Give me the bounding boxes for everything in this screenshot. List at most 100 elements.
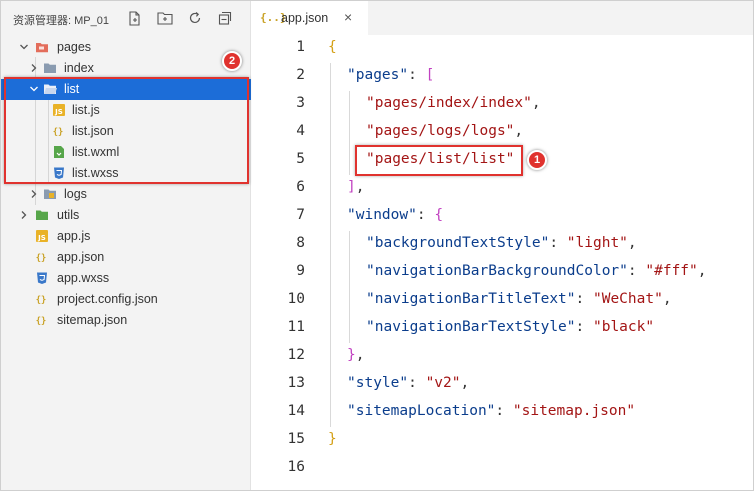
code-text: {	[328, 39, 337, 55]
code-token: :	[575, 319, 593, 335]
code-token: [	[425, 67, 435, 83]
explorer-title: 资源管理器: MP_01	[13, 15, 109, 27]
code-token: "sitemapLocation"	[347, 403, 496, 419]
code-token: :	[575, 291, 593, 307]
code-line: 14 "sitemapLocation": "sitemap.json"	[252, 399, 753, 427]
close-icon[interactable]: ×	[344, 9, 352, 25]
json-file-icon: {}	[36, 317, 47, 327]
code-token: }	[328, 431, 337, 447]
line-number: 1	[296, 39, 305, 55]
refresh-icon[interactable]	[187, 10, 203, 26]
code-token: ,	[627, 235, 637, 251]
code-token: ,	[697, 263, 707, 279]
tree-item-sitemap-json[interactable]: {} sitemap.json	[1, 310, 251, 331]
code-token: "sitemap.json"	[512, 403, 636, 419]
tree-item-list-json[interactable]: {} list.json	[1, 121, 251, 142]
code-line: 3 "pages/index/index",	[252, 91, 753, 119]
line-number: 3	[296, 95, 305, 111]
folder-icon	[44, 63, 56, 73]
code-line: 10 "navigationBarTitleText": "WeChat",	[252, 287, 753, 315]
code-text: "navigationBarTitleText": "WeChat",	[366, 291, 672, 307]
code-token: "v2"	[425, 375, 461, 391]
code-line: 12},	[252, 343, 753, 371]
code-text: "pages": [	[347, 67, 434, 83]
code-token: ]	[347, 179, 356, 195]
code-token: "#fff"	[645, 263, 698, 279]
tree-item-list-js[interactable]: JS list.js	[1, 100, 251, 121]
tree-item-utils[interactable]: utils	[1, 205, 251, 226]
code-area[interactable]: 1 { 2 "pages": [ 3 "pages/index/index", 4 "p…	[252, 35, 753, 490]
tab-app-json[interactable]: {..} app.json ×	[252, 1, 368, 35]
js-file-icon: JS	[36, 230, 48, 242]
line-number: 4	[296, 123, 305, 139]
code-token: :	[627, 263, 646, 279]
tree-item-label: list	[64, 82, 80, 96]
code-token: ,	[355, 347, 365, 363]
code-token: :	[408, 67, 426, 83]
tree-item-index[interactable]: index	[1, 58, 251, 79]
code-token: "navigationBarTitleText"	[366, 291, 576, 307]
code-token: ,	[514, 123, 524, 139]
chevron-down-icon	[30, 86, 38, 92]
folder-icon	[36, 210, 48, 220]
tree-item-logs[interactable]: logs	[1, 184, 251, 205]
code-token: "style"	[347, 375, 409, 391]
code-token: "navigationBarTextStyle"	[366, 319, 576, 335]
line-number: 11	[287, 319, 305, 335]
tree-item-pages[interactable]: pages	[1, 37, 251, 58]
code-token: {	[434, 207, 444, 223]
tree-item-app-wxss[interactable]: app.wxss	[1, 268, 251, 289]
explorer-header: 资源管理器: MP_01	[1, 1, 251, 35]
code-token: "pages/logs/logs"	[366, 123, 515, 139]
code-token: "pages/list/list"	[366, 151, 515, 167]
line-number: 9	[296, 263, 305, 279]
new-folder-icon[interactable]	[157, 10, 173, 26]
tree-item-list[interactable]: list	[1, 79, 251, 100]
svg-text:JS: JS	[54, 108, 63, 116]
code-token: "backgroundTextStyle"	[366, 235, 550, 251]
folder-icon	[44, 189, 56, 199]
code-token: "light"	[566, 235, 628, 251]
line-number: 15	[287, 431, 305, 447]
new-file-icon[interactable]	[127, 10, 143, 26]
code-token: ,	[355, 179, 365, 195]
code-line: 11 "navigationBarTextStyle": "black"	[252, 315, 753, 343]
wxss-file-icon	[37, 272, 47, 284]
svg-text:{}: {}	[53, 128, 64, 138]
code-token: ,	[460, 375, 470, 391]
explorer-sidebar: 资源管理器: MP_01 pages index list JS list.js…	[1, 1, 251, 490]
chevron-right-icon	[31, 190, 37, 198]
code-line: 4 "pages/logs/logs",	[252, 119, 753, 147]
code-token: "black"	[592, 319, 655, 335]
tree-item-list-wxss[interactable]: list.wxss	[1, 163, 251, 184]
svg-text:{}: {}	[36, 254, 47, 264]
code-line: 15}	[252, 427, 753, 455]
svg-text:JS: JS	[37, 234, 46, 242]
line-number: 14	[287, 403, 305, 419]
code-text: ],	[347, 179, 364, 195]
collapse-all-icon[interactable]	[217, 10, 233, 26]
tree-item-project-config-json[interactable]: {} project.config.json	[1, 289, 251, 310]
line-number: 2	[296, 67, 305, 83]
code-token: ,	[531, 95, 541, 111]
folder-open-icon	[44, 84, 57, 94]
code-token: :	[408, 375, 426, 391]
code-text: "sitemapLocation": "sitemap.json"	[347, 403, 635, 419]
code-text: "navigationBarBackgroundColor": "#fff",	[366, 263, 707, 279]
code-line: 5 "pages/list/list"	[252, 147, 753, 175]
code-token: :	[549, 235, 567, 251]
ide-window: 资源管理器: MP_01 pages index list JS list.js…	[0, 0, 754, 491]
line-number: 10	[287, 291, 305, 307]
code-line: 2 "pages": [	[252, 63, 753, 91]
line-number: 13	[287, 375, 305, 391]
tree-item-list-wxml[interactable]: list.wxml	[1, 142, 251, 163]
code-text: }	[328, 431, 337, 447]
code-token: ,	[662, 291, 672, 307]
tree-item-app-json[interactable]: {} app.json	[1, 247, 251, 268]
line-number: 6	[296, 179, 305, 195]
json-file-icon: {}	[53, 128, 64, 138]
tree-item-app-js[interactable]: JS app.js	[1, 226, 251, 247]
chevron-down-icon	[20, 44, 28, 50]
tree-item-label: app.json	[57, 250, 105, 264]
code-text: "navigationBarTextStyle": "black"	[366, 319, 654, 335]
